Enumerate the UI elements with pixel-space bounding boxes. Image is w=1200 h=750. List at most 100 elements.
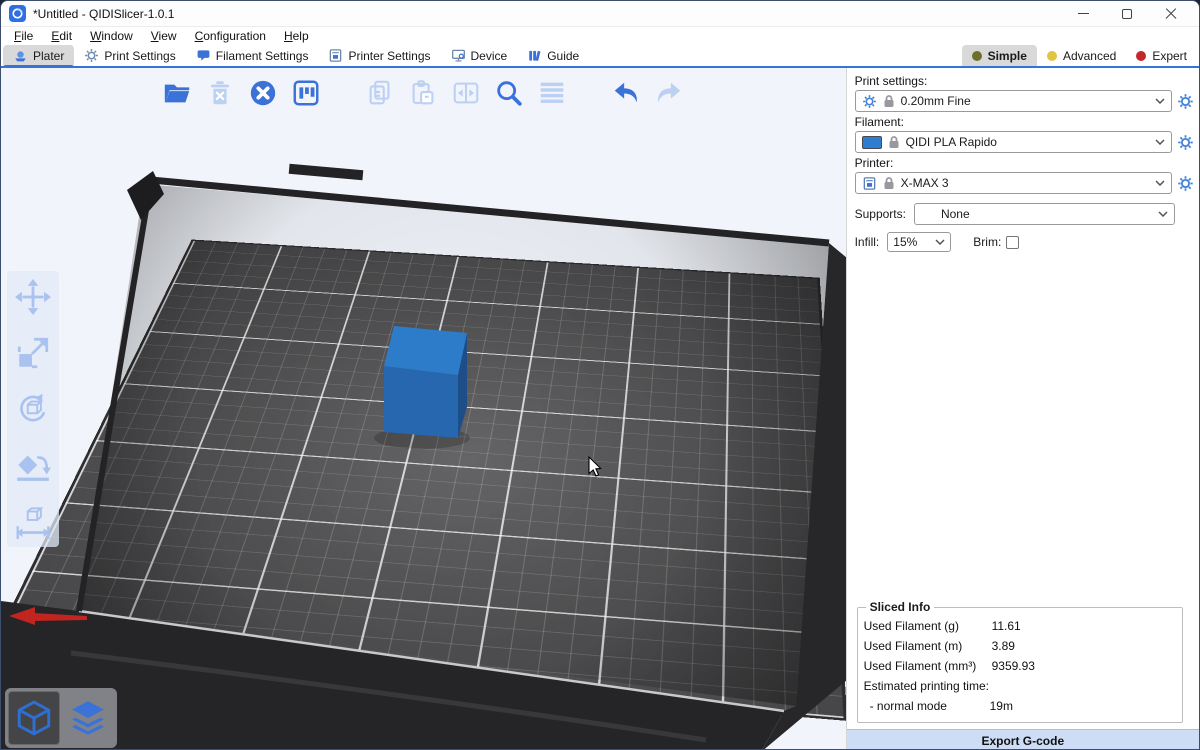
settings-sidebar: Print settings: 0.20mm Fine Filament: [846, 68, 1199, 750]
view-mode-toolbar [5, 688, 117, 748]
preview-layers-icon [69, 699, 107, 737]
tab-device[interactable]: Device [441, 45, 518, 66]
place-on-face-icon [14, 446, 52, 484]
chevron-down-icon [1155, 98, 1165, 104]
app-window: *Untitled - QIDISlicer-1.0.1 File Edit W… [0, 0, 1200, 750]
scale-tool-button[interactable] [13, 333, 53, 373]
lock-icon [883, 176, 895, 190]
filament-value: QIDI PLA Rapido [906, 135, 1149, 149]
menu-bar: File Edit Window View Configuration Help [1, 27, 1199, 45]
printer-value: X-MAX 3 [901, 176, 1149, 190]
print-settings-gear-button[interactable] [1176, 92, 1194, 110]
preview-button[interactable] [62, 691, 114, 745]
menu-help[interactable]: Help [275, 28, 318, 44]
undo-button[interactable] [609, 76, 643, 110]
filament-combo[interactable]: QIDI PLA Rapido [855, 131, 1172, 153]
3d-viewport[interactable] [1, 68, 846, 750]
menu-window[interactable]: Window [81, 28, 142, 44]
window-title: *Untitled - QIDISlicer-1.0.1 [33, 7, 174, 21]
print-settings-label: Print settings: [855, 74, 1197, 88]
tab-plater[interactable]: Plater [3, 45, 74, 66]
move-tool-button[interactable] [13, 277, 53, 317]
delete-trash-icon [205, 78, 235, 108]
tab-guide[interactable]: Guide [517, 45, 589, 66]
menu-view[interactable]: View [142, 28, 186, 44]
print-settings-combo[interactable]: 0.20mm Fine [855, 90, 1172, 112]
tab-printer-settings[interactable]: Printer Settings [318, 45, 440, 66]
redo-icon [654, 78, 684, 108]
copy-button[interactable] [363, 76, 397, 110]
sliced-info-row: Estimated printing time: [862, 676, 1178, 696]
copy-icon [365, 78, 395, 108]
mode-switcher: Simple Advanced Expert [962, 45, 1197, 66]
filament-color-swatch [862, 136, 882, 149]
layer-height-icon [537, 78, 567, 108]
place-on-face-tool-button[interactable] [13, 445, 53, 485]
sliced-info-row: Used Filament (mm³) 9359.93 [862, 656, 1178, 676]
lock-icon [883, 94, 895, 108]
paste-icon [408, 78, 438, 108]
mode-expert[interactable]: Expert [1126, 45, 1197, 66]
search-button[interactable] [492, 76, 526, 110]
viewport-toolbar [1, 72, 846, 114]
minimize-button[interactable] [1061, 1, 1105, 26]
delete-button[interactable] [203, 76, 237, 110]
gizmo-toolbar [7, 271, 59, 547]
3d-view-cube-icon [15, 699, 53, 737]
brim-checkbox[interactable] [1006, 236, 1019, 249]
3d-view-button[interactable] [8, 691, 60, 745]
rotate-tool-button[interactable] [13, 389, 53, 429]
measure-tool-button[interactable] [13, 501, 53, 541]
close-button[interactable] [1149, 1, 1193, 26]
guide-books-icon [527, 48, 542, 63]
lock-icon [888, 135, 900, 149]
move-icon [14, 278, 52, 316]
open-folder-icon [162, 78, 192, 108]
export-gcode-button[interactable]: Export G-code [847, 729, 1199, 750]
gear-icon [1177, 175, 1194, 192]
gear-icon [1177, 93, 1194, 110]
supports-value: None [941, 207, 1152, 221]
printer-gear-button[interactable] [1176, 174, 1194, 192]
tab-filament-settings[interactable]: Filament Settings [186, 45, 319, 66]
filament-icon [196, 48, 211, 63]
device-monitor-icon [451, 48, 466, 63]
split-objects-button[interactable] [449, 76, 483, 110]
undo-icon [611, 78, 641, 108]
chevron-down-icon [1158, 211, 1168, 217]
menu-edit[interactable]: Edit [42, 28, 81, 44]
menu-file[interactable]: File [5, 28, 42, 44]
menu-configuration[interactable]: Configuration [186, 28, 275, 44]
infill-combo[interactable]: 15% [887, 232, 951, 252]
infill-label: Infill: [855, 235, 880, 249]
tab-print-settings[interactable]: Print Settings [74, 45, 185, 66]
printer-label: Printer: [855, 156, 1197, 170]
delete-all-button[interactable] [246, 76, 280, 110]
rotate-icon [14, 390, 52, 428]
chevron-down-icon [935, 239, 945, 245]
minimize-icon [1078, 13, 1089, 14]
search-icon [494, 78, 524, 108]
printer-icon [862, 176, 877, 191]
filament-gear-button[interactable] [1176, 133, 1194, 151]
sliced-info-row: Used Filament (m) 3.89 [862, 636, 1178, 656]
scale-icon [14, 334, 52, 372]
supports-combo[interactable]: None [914, 203, 1175, 225]
paste-button[interactable] [406, 76, 440, 110]
title-bar: *Untitled - QIDISlicer-1.0.1 [1, 1, 1199, 27]
print-bed[interactable] [1, 240, 846, 721]
arrange-button[interactable] [289, 76, 323, 110]
plater-icon [13, 48, 28, 63]
printer-icon [328, 48, 343, 63]
mode-advanced[interactable]: Advanced [1037, 45, 1126, 66]
printer-combo[interactable]: X-MAX 3 [855, 172, 1172, 194]
variable-layer-height-button[interactable] [535, 76, 569, 110]
tab-bar: Plater Print Settings Filament Settings … [1, 45, 1199, 66]
redo-button[interactable] [652, 76, 686, 110]
open-button[interactable] [160, 76, 194, 110]
chevron-down-icon [1155, 180, 1165, 186]
maximize-button[interactable] [1105, 1, 1149, 26]
gear-icon [862, 94, 877, 109]
mode-simple[interactable]: Simple [962, 45, 1037, 66]
sliced-info-row: Used Filament (g) 11.61 [862, 616, 1178, 636]
